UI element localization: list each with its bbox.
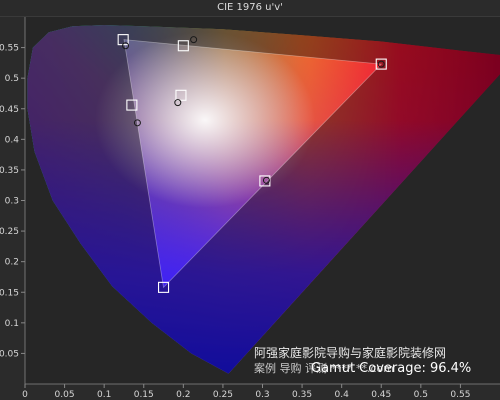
cie-chart: 0 0.05 0.1 0.15 0.2 0.25 0.3 0.35 0.4 0.45 0.5 0.55… — [0, 17, 500, 400]
y-tick-label: 0.4 — [5, 135, 20, 145]
y-tick-label: 0.05 — [0, 349, 19, 359]
watermark-line1: 阿强家庭影院导购与家庭影院装修网 — [254, 345, 446, 360]
y-tick-label: 0.25 — [0, 227, 19, 237]
x-tick-label: 0.05 — [55, 390, 75, 400]
y-tick-label: 0.3 — [5, 197, 19, 207]
watermark-line2: 案例 导购 评测 ****.**.com — [254, 361, 394, 375]
y-tick-label: 0.15 — [0, 288, 19, 298]
x-tick-label: 0.35 — [292, 390, 312, 400]
x-axis: 0 0.05 0.1 0.15 0.2 0.25 0.3 0.35 0.4 0.45 0.5 0.55 — [22, 383, 500, 400]
x-tick-label: 0.45 — [371, 390, 391, 400]
x-tick-label: 0.1 — [97, 390, 111, 400]
y-tick-label: 0.1 — [5, 319, 19, 329]
y-tick-label: 0.55 — [0, 44, 19, 54]
x-tick-label: 0.25 — [213, 390, 233, 400]
x-tick-label: 0.5 — [414, 390, 428, 400]
x-tick-label: 0.4 — [335, 390, 350, 400]
x-tick-label: 0 — [22, 390, 28, 400]
y-tick-label: 0.45 — [0, 105, 19, 115]
x-tick-label: 0.3 — [255, 390, 269, 400]
chart-title: CIE 1976 u'v' — [0, 0, 500, 17]
y-tick-label: 0.5 — [5, 74, 19, 84]
y-tick-label: 0.2 — [5, 258, 19, 268]
x-tick-label: 0.15 — [134, 390, 154, 400]
x-tick-label: 0.2 — [176, 390, 190, 400]
y-axis: 0.05 0.1 0.15 0.2 0.25 0.3 0.35 0.4 0.45 0.5 0.55 — [0, 17, 26, 384]
y-tick-label: 0.35 — [0, 166, 19, 176]
x-tick-label: 0.55 — [450, 390, 470, 400]
